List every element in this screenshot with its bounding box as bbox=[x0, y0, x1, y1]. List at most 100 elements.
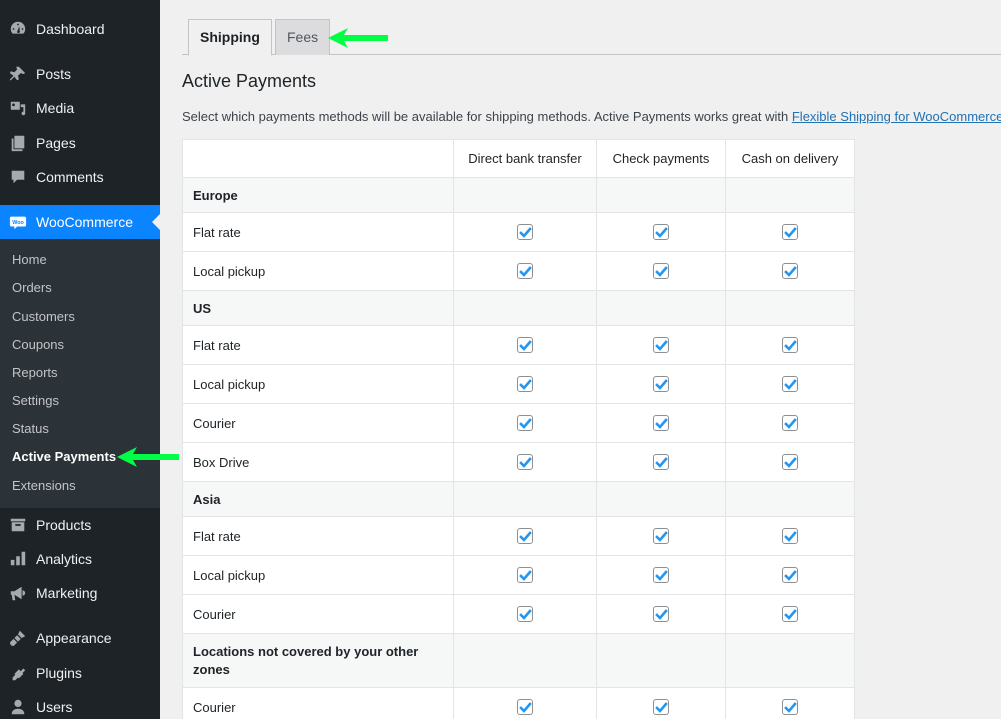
zone-name: Asia bbox=[182, 481, 454, 517]
menu-label: Plugins bbox=[36, 665, 82, 681]
payment-checkbox[interactable] bbox=[517, 699, 533, 716]
submenu-item-active-payments[interactable]: Active Payments bbox=[12, 447, 116, 467]
shipping-method-name: Courier bbox=[182, 687, 454, 719]
submenu-item-home[interactable]: Home bbox=[12, 250, 47, 270]
payment-checkbox[interactable] bbox=[782, 606, 798, 623]
empty-cell bbox=[725, 290, 855, 326]
checkmark-icon bbox=[519, 266, 532, 278]
payment-checkbox[interactable] bbox=[517, 567, 533, 584]
dashboard-icon bbox=[8, 19, 28, 39]
checkbox-cell bbox=[725, 403, 855, 443]
menu-label: Products bbox=[36, 517, 92, 533]
checkbox-cell bbox=[453, 325, 597, 365]
submenu-item-extensions[interactable]: Extensions bbox=[12, 476, 76, 496]
checkbox-cell bbox=[725, 325, 855, 365]
tab-fees[interactable]: Fees bbox=[275, 19, 331, 55]
checkmark-icon bbox=[655, 379, 668, 391]
woo-icon: Woo bbox=[8, 212, 28, 232]
checkbox-cell bbox=[596, 212, 726, 252]
payment-checkbox[interactable] bbox=[653, 528, 669, 545]
payment-checkbox[interactable] bbox=[653, 567, 669, 584]
menu-item-dashboard[interactable]: Dashboard bbox=[0, 12, 160, 46]
checkmark-icon bbox=[519, 418, 532, 430]
payment-checkbox[interactable] bbox=[782, 415, 798, 432]
payment-checkbox[interactable] bbox=[782, 376, 798, 393]
submenu-item-reports[interactable]: Reports bbox=[12, 363, 58, 383]
payment-checkbox[interactable] bbox=[517, 263, 533, 280]
checkmark-icon bbox=[655, 570, 668, 582]
payment-checkbox[interactable] bbox=[782, 337, 798, 354]
payment-checkbox[interactable] bbox=[517, 454, 533, 471]
submenu-item-settings[interactable]: Settings bbox=[12, 391, 59, 411]
shipping-method-row: Courier bbox=[182, 687, 855, 719]
payment-checkbox[interactable] bbox=[653, 699, 669, 716]
checkbox-cell bbox=[596, 442, 726, 482]
submenu-item-customers[interactable]: Customers bbox=[12, 307, 75, 327]
menu-item-marketing[interactable]: Marketing bbox=[0, 576, 160, 610]
menu-item-comments[interactable]: Comments bbox=[0, 160, 160, 194]
payment-checkbox[interactable] bbox=[782, 699, 798, 716]
checkbox-cell bbox=[453, 594, 597, 634]
menu-label: Appearance bbox=[36, 630, 112, 646]
submenu-item-coupons[interactable]: Coupons bbox=[12, 335, 64, 355]
payment-checkbox[interactable] bbox=[517, 528, 533, 545]
payment-checkbox[interactable] bbox=[653, 263, 669, 280]
menu-item-appearance[interactable]: Appearance bbox=[0, 621, 160, 655]
payment-checkbox[interactable] bbox=[653, 454, 669, 471]
payment-checkbox[interactable] bbox=[653, 415, 669, 432]
payment-checkbox[interactable] bbox=[782, 454, 798, 471]
zone-name: Locations not covered by your other zone… bbox=[182, 633, 454, 688]
tab-shipping[interactable]: Shipping bbox=[188, 19, 272, 56]
shipping-method-name: Courier bbox=[182, 403, 454, 443]
menu-item-plugins[interactable]: Plugins bbox=[0, 656, 160, 690]
column-header-check-payments: Check payments bbox=[596, 139, 726, 178]
empty-cell bbox=[453, 481, 597, 517]
menu-item-posts[interactable]: Posts bbox=[0, 57, 160, 91]
payment-checkbox[interactable] bbox=[653, 606, 669, 623]
payment-checkbox[interactable] bbox=[517, 337, 533, 354]
payment-checkbox[interactable] bbox=[782, 224, 798, 241]
shipping-method-row: Courier bbox=[182, 403, 855, 443]
empty-cell bbox=[725, 177, 855, 213]
menu-item-woocommerce[interactable]: Woo WooCommerce bbox=[0, 205, 160, 239]
payment-checkbox[interactable] bbox=[782, 567, 798, 584]
shipping-method-row: Courier bbox=[182, 594, 855, 634]
payment-checkbox[interactable] bbox=[653, 376, 669, 393]
shipping-method-row: Box Drive bbox=[182, 442, 855, 482]
menu-item-media[interactable]: Media bbox=[0, 91, 160, 125]
payment-checkbox[interactable] bbox=[517, 224, 533, 241]
submenu-item-status[interactable]: Status bbox=[12, 419, 49, 439]
media-icon bbox=[8, 98, 28, 118]
column-header-method bbox=[182, 139, 454, 178]
pin-icon bbox=[8, 64, 28, 84]
shipping-method-row: Flat rate bbox=[182, 212, 855, 252]
shipping-method-name: Courier bbox=[182, 594, 454, 634]
checkbox-cell bbox=[453, 403, 597, 443]
paintbrush-icon bbox=[8, 628, 28, 648]
payment-checkbox[interactable] bbox=[517, 606, 533, 623]
empty-cell bbox=[596, 290, 726, 326]
payment-checkbox[interactable] bbox=[517, 376, 533, 393]
checkbox-cell bbox=[725, 594, 855, 634]
payment-checkbox[interactable] bbox=[517, 415, 533, 432]
flexible-shipping-link[interactable]: Flexible Shipping for WooCommerce bbox=[792, 109, 1001, 124]
submenu-item-orders[interactable]: Orders bbox=[12, 278, 52, 298]
menu-item-analytics[interactable]: Analytics bbox=[0, 542, 160, 576]
comment-icon bbox=[8, 167, 28, 187]
menu-item-users[interactable]: Users bbox=[0, 690, 160, 719]
zone-row: US bbox=[182, 290, 855, 326]
menu-item-products[interactable]: Products bbox=[0, 508, 160, 542]
checkbox-cell bbox=[725, 555, 855, 595]
menu-label: Analytics bbox=[36, 551, 93, 567]
payment-checkbox[interactable] bbox=[782, 528, 798, 545]
checkmark-icon bbox=[519, 227, 532, 239]
intro-description: Select which payments methods will be av… bbox=[182, 109, 792, 124]
checkbox-cell bbox=[725, 442, 855, 482]
checkmark-icon bbox=[655, 266, 668, 278]
payment-checkbox[interactable] bbox=[653, 337, 669, 354]
payment-checkbox[interactable] bbox=[653, 224, 669, 241]
checkmark-icon bbox=[655, 418, 668, 430]
menu-label: Posts bbox=[36, 66, 72, 82]
payment-checkbox[interactable] bbox=[782, 263, 798, 280]
menu-item-pages[interactable]: Pages bbox=[0, 126, 160, 160]
